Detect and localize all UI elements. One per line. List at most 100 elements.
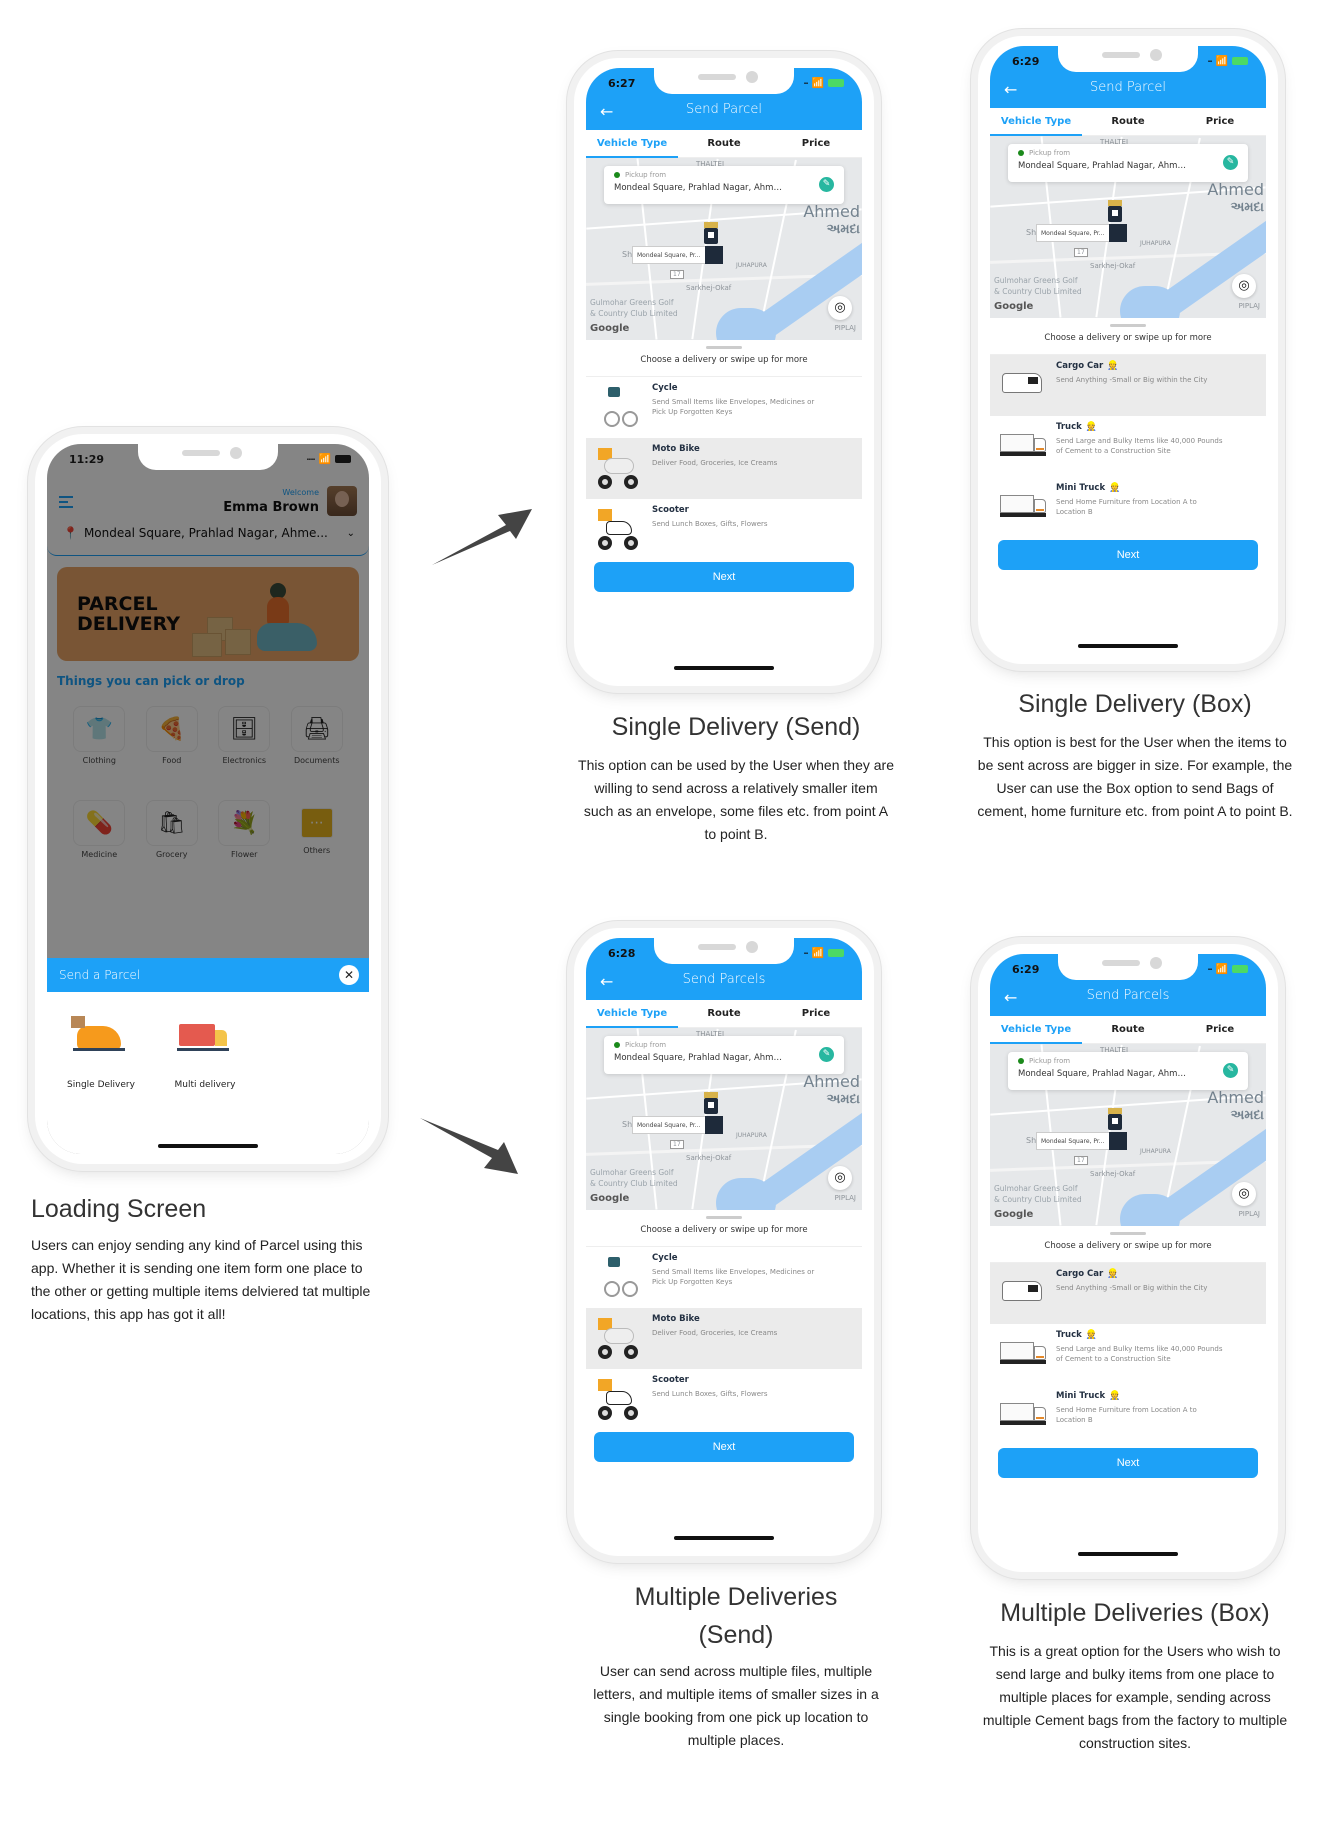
pickup-label: Pickup from (1029, 149, 1071, 157)
vehicle-description: Send Small Items like Envelopes, Medicin… (652, 1268, 815, 1286)
multi-delivery-option[interactable]: Multi delivery (165, 1018, 245, 1090)
worker-badge-icon: 👷 (1085, 422, 1098, 432)
tab-vehicle-type[interactable]: Vehicle Type (990, 108, 1082, 136)
map-label-juhapura: JUHAPURA (736, 1132, 767, 1139)
drag-handle[interactable] (1110, 1232, 1146, 1235)
tab-price[interactable]: Price (1174, 108, 1266, 135)
edit-pencil-icon[interactable]: ✎ (819, 1047, 834, 1062)
map-pin-icon[interactable] (1108, 1108, 1122, 1130)
map-label-piplaj: PIPLAJ (1238, 302, 1260, 310)
drag-handle[interactable] (1110, 324, 1146, 327)
notch (1058, 954, 1198, 980)
pickup-dot-icon (614, 172, 620, 178)
pickup-card[interactable]: Pickup from Mondeal Square, Prahlad Naga… (1008, 1052, 1248, 1090)
close-icon[interactable]: ✕ (339, 965, 359, 985)
tab-vehicle-type[interactable]: Vehicle Type (586, 1000, 678, 1028)
van-icon (998, 1269, 1048, 1317)
map-label-sarkhej: Sarkhej-Okaf (686, 284, 732, 292)
wifi-icon: 📶 (811, 77, 824, 89)
tab-vehicle-type[interactable]: Vehicle Type (990, 1016, 1082, 1044)
edit-pencil-icon[interactable]: ✎ (1223, 1063, 1238, 1078)
my-location-icon[interactable]: ◎ (1232, 1182, 1256, 1206)
next-button[interactable]: Next (998, 1448, 1258, 1478)
vehicle-name: Scooter (652, 505, 689, 515)
my-location-icon[interactable]: ◎ (1232, 274, 1256, 298)
map-view[interactable]: THALTEJ Ahmed અમદા She JUHAPURA Sarkhej-… (586, 1028, 862, 1210)
sheet-hint: Choose a delivery or swipe up for more (990, 1241, 1266, 1263)
pickup-dot-icon (1018, 1058, 1024, 1064)
battery-charging-icon (1232, 57, 1248, 65)
edit-pencil-icon[interactable]: ✎ (819, 177, 834, 192)
tab-price[interactable]: Price (770, 130, 862, 157)
pickup-card[interactable]: Pickup from Mondeal Square, Prahlad Naga… (604, 166, 844, 204)
my-location-icon[interactable]: ◎ (828, 296, 852, 320)
single-delivery-option[interactable]: Single Delivery (61, 1016, 141, 1090)
drag-handle[interactable] (706, 346, 742, 349)
vehicle-description: Deliver Food, Groceries, Ice Creams (652, 459, 778, 467)
vehicle-option-mini-truck[interactable]: Mini Truck 👷 Send Home Furniture from Loca… (990, 477, 1266, 538)
pickup-dot-icon (614, 1042, 620, 1048)
my-location-icon[interactable]: ◎ (828, 1166, 852, 1190)
vehicle-option-truck[interactable]: Truck 👷 Send Large and Bulky Items like 40… (990, 1324, 1266, 1385)
map-label-city: Ahmed (803, 202, 860, 221)
scooter-icon (71, 1016, 121, 1050)
screen-title: Send Parcel (1090, 80, 1166, 95)
map-view[interactable]: THALTEJ Ahmed અમદા She JUHAPURA Sarkhej-… (586, 158, 862, 340)
tab-price[interactable]: Price (770, 1000, 862, 1027)
moto-icon (594, 444, 644, 492)
tab-route[interactable]: Route (678, 130, 770, 157)
vehicle-list: Cycle Send Small Items like Envelopes, Me… (586, 377, 862, 560)
tab-price[interactable]: Price (1174, 1016, 1266, 1043)
tab-vehicle-type[interactable]: Vehicle Type (586, 130, 678, 158)
caption-title-multi-box: Multiple Deliveries (Box) (1000, 1599, 1270, 1627)
vehicle-option-moto-bike[interactable]: Moto Bike Deliver Food, Groceries, Ice Cr… (586, 438, 862, 499)
vehicle-description: Send Home Furniture from Location A to L… (1056, 1406, 1197, 1424)
next-button[interactable]: Next (594, 1432, 854, 1462)
vehicle-option-cycle[interactable]: Cycle Send Small Items like Envelopes, Me… (586, 377, 862, 438)
vehicle-option-scooter[interactable]: Scooter Send Lunch Boxes, Gifts, Flowers (586, 499, 862, 560)
tab-route[interactable]: Route (1082, 1016, 1174, 1043)
vehicle-option-truck[interactable]: Truck 👷 Send Large and Bulky Items like 40… (990, 416, 1266, 477)
drag-handle[interactable] (706, 1216, 742, 1219)
map-pin-icon[interactable] (704, 1092, 718, 1114)
tab-bar: Vehicle Type Route Price (990, 1016, 1266, 1044)
map-pin-label: Mondeal Square, Pr... (1036, 1132, 1127, 1150)
pickup-address: Mondeal Square, Prahlad Nagar, Ahmeda... (614, 1053, 784, 1063)
scoot-icon (594, 505, 644, 553)
cycle-icon (594, 383, 644, 431)
vehicle-description: Send Lunch Boxes, Gifts, Flowers (652, 520, 768, 528)
truck-icon (998, 1391, 1048, 1439)
map-pin-icon[interactable] (1108, 200, 1122, 222)
edit-pencil-icon[interactable]: ✎ (1223, 155, 1238, 170)
vehicle-option-cargo-car[interactable]: Cargo Car 👷 Send Anything -Small or Big wi… (990, 355, 1266, 416)
worker-badge-icon: 👷 (1109, 1391, 1121, 1401)
sheet-hint: Choose a delivery or swipe up for more (990, 333, 1266, 355)
map-view[interactable]: THALTEJ Ahmed અમદા She JUHAPURA Sarkhej-… (990, 1044, 1266, 1226)
vehicle-sheet: Choose a delivery or swipe up for more C… (586, 1210, 862, 1546)
vehicle-option-moto-bike[interactable]: Moto Bike Deliver Food, Groceries, Ice Cr… (586, 1308, 862, 1369)
pickup-card[interactable]: Pickup from Mondeal Square, Prahlad Naga… (1008, 144, 1248, 182)
truck-icon (179, 1024, 227, 1046)
arrow-down-right-icon (420, 1118, 518, 1174)
vehicle-option-cycle[interactable]: Cycle Send Small Items like Envelopes, Me… (586, 1247, 862, 1308)
tab-route[interactable]: Route (1082, 108, 1174, 135)
phone-screen: ← Send Parcel 6:29 ·· 📶 Vehicle Type Rout… (990, 46, 1266, 654)
battery-charging-icon (1232, 965, 1248, 973)
map-label-juhapura: JUHAPURA (1140, 240, 1171, 247)
vehicle-option-cargo-car[interactable]: Cargo Car 👷 Send Anything -Small or Big wi… (990, 1263, 1266, 1324)
home-phone: 11:29 ···· 📶 Welcome Emma Brown 📍 Mondeal… (35, 434, 381, 1164)
next-button[interactable]: Next (998, 540, 1258, 570)
map-pin-label: Mondeal Square, Pr... (632, 246, 723, 264)
tab-bar: Vehicle Type Route Price (990, 108, 1266, 136)
pickup-card[interactable]: Pickup from Mondeal Square, Prahlad Naga… (604, 1036, 844, 1074)
map-pin-icon[interactable] (704, 222, 718, 244)
vehicle-option-scooter[interactable]: Scooter Send Lunch Boxes, Gifts, Flowers (586, 1369, 862, 1430)
highway-badge: 17 (670, 270, 684, 279)
map-pin-label: Mondeal Square, Pr... (632, 1116, 723, 1134)
next-button[interactable]: Next (594, 562, 854, 592)
map-label-city-gujarati: અમદા (826, 1092, 860, 1107)
tab-route[interactable]: Route (678, 1000, 770, 1027)
map-view[interactable]: THALTEJ Ahmed અમદા She JUHAPURA Sarkhej-… (990, 136, 1266, 318)
map-label-sarkhej: Sarkhej-Okaf (1090, 1170, 1136, 1178)
vehicle-option-mini-truck[interactable]: Mini Truck 👷 Send Home Furniture from Loca… (990, 1385, 1266, 1446)
